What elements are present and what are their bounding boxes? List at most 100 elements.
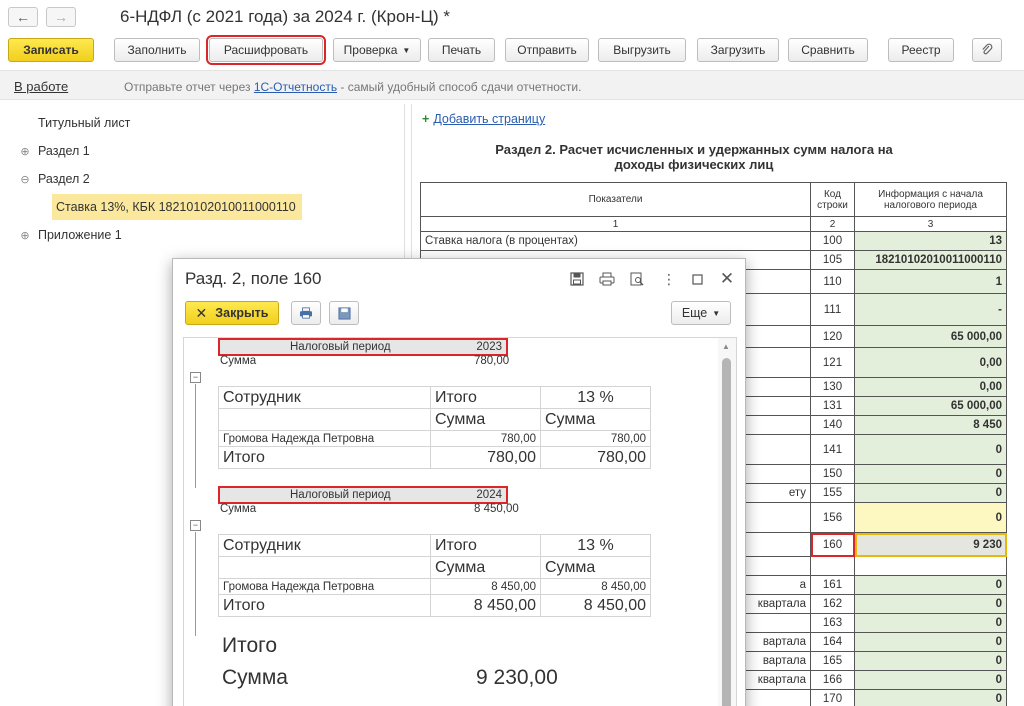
row-value[interactable]: 0 [854,613,1007,633]
decode-button[interactable]: Расшифровать [206,35,326,65]
vertical-scrollbar[interactable]: ▲ [718,338,736,706]
more-button[interactable]: Еще ▼ [671,301,731,325]
status-in-work-link[interactable]: В работе [14,79,68,94]
row-code: 166 [810,670,855,690]
row-code: 100 [810,231,855,251]
printer-icon[interactable] [597,269,617,289]
row-code: 150 [810,464,855,484]
close-button[interactable]: ✕ Закрыть [185,301,279,325]
more-vertical-icon[interactable]: ⋮ [659,269,679,289]
group-bracket [195,384,196,488]
row-code: 140 [810,415,855,435]
main-toolbar: Записать Заполнить Расшифровать Проверка… [0,35,1024,65]
col-rate: 13 % [540,534,651,557]
save-icon[interactable] [567,269,587,289]
add-page-link[interactable]: + Добавить страницу [422,112,545,126]
row-value[interactable]: 0 [854,670,1007,690]
row-value[interactable]: 13 [854,231,1007,251]
tree-item-label: Ставка 13%, КБК 18210102010011000110 [56,200,296,214]
maximize-icon[interactable] [687,269,707,289]
row-value[interactable]: 65 000,00 [854,325,1007,348]
sum-value: 8 450,00 [474,503,519,515]
group-collapse-icon[interactable]: − [190,520,201,531]
row-code: 110 [810,269,855,294]
row-value[interactable]: 65 000,00 [854,396,1007,416]
row-code: 164 [810,632,855,652]
row-value[interactable]: 0 [854,651,1007,671]
close-icon[interactable]: ✕ [717,269,737,289]
print-button[interactable]: Печать [428,38,495,62]
export-button[interactable]: Выгрузить [598,38,686,62]
status-message-before: Отправьте отчет через [124,80,254,94]
row-code: 170 [810,689,855,706]
sum-label: Сумма [220,503,257,515]
tree-item-title-page[interactable]: Титульный лист [8,110,402,136]
col-employee: Сотрудник [218,534,431,557]
record-button[interactable]: Записать [8,38,94,62]
tax-period-box-2024: Налоговый период 2024 [218,486,508,504]
row-value[interactable]: 0,00 [854,347,1007,378]
col-sum: Сумма [430,556,541,579]
reporting-service-link[interactable]: 1С-Отчетность [254,80,337,94]
tree-item-section-1[interactable]: ⊕ Раздел 1 [8,138,402,164]
empty-cell [218,556,431,579]
check-button[interactable]: Проверка ▼ [333,38,421,62]
index-cell: 1 [420,216,811,232]
send-button[interactable]: Отправить [505,38,589,62]
back-arrow-icon[interactable]: ← [8,7,38,27]
row-value[interactable]: 0 [854,575,1007,595]
group-collapse-icon[interactable]: − [190,372,201,383]
registry-button[interactable]: Реестр [888,38,954,62]
preview-icon[interactable] [627,269,647,289]
row-value[interactable]: 0,00 [854,377,1007,397]
tree-item-appendix-1[interactable]: ⊕ Приложение 1 [8,222,402,248]
row-code: 165 [810,651,855,671]
tax-period-year: 2023 [476,341,502,353]
table-total-row: Итого 8 450,00 8 450,00 [218,594,651,617]
expand-plus-icon[interactable]: ⊕ [18,145,32,158]
print-icon[interactable] [291,301,321,325]
tax-period-label: Налоговый период [290,341,391,353]
total-rate: 780,00 [540,446,651,469]
row-code-160[interactable]: 160 [810,532,855,557]
close-button-label: Закрыть [215,306,269,320]
tree-item-section-2[interactable]: ⊖ Раздел 2 [8,166,402,192]
row-value[interactable]: - [854,293,1007,326]
sum-label: Сумма [220,355,257,367]
row-value[interactable]: 0 [854,434,1007,465]
employee-total: 8 450,00 [430,578,541,595]
paperclip-icon[interactable] [972,38,1002,62]
save-disk-icon[interactable] [329,301,359,325]
import-button[interactable]: Загрузить [697,38,779,62]
row-value[interactable]: 0 [854,502,1007,533]
row-value[interactable]: 1 [854,269,1007,294]
compare-button[interactable]: Сравнить [788,38,868,62]
fill-button[interactable]: Заполнить [114,38,200,62]
table-subheader-row: Сумма Сумма [218,556,651,579]
decode-spreadsheet: ▲ Налоговый период 2023 Сумма 780,00 − С… [183,337,737,706]
tax-period-year: 2024 [476,489,502,501]
total-total: 8 450,00 [430,594,541,617]
row-value-160[interactable]: 9 230 [854,532,1007,557]
expand-plus-icon[interactable]: ⊕ [18,229,32,242]
row-value[interactable]: 18210102010011000110 [854,250,1007,270]
tree-item-rate-13-kbk[interactable]: Ставка 13%, КБК 18210102010011000110 [52,194,302,220]
row-value[interactable]: 0 [854,594,1007,614]
grand-sum-value: 9 230,00 [476,666,558,689]
forward-arrow-icon[interactable]: → [46,7,76,27]
row-value[interactable]: 0 [854,689,1007,706]
row-value[interactable]: 8 450 [854,415,1007,435]
row-value[interactable]: 0 [854,483,1007,503]
table-row: Ставка налога (в процентах) 100 13 [420,231,1007,251]
row-code: 156 [810,502,855,533]
total-rate: 8 450,00 [540,594,651,617]
status-message: Отправьте отчет через 1С-Отчетность - са… [124,80,581,94]
total-total: 780,00 [430,446,541,469]
scroll-up-icon[interactable]: ▲ [722,342,730,351]
row-value[interactable]: 0 [854,464,1007,484]
collapse-minus-icon[interactable]: ⊖ [18,173,32,186]
row-label: Ставка налога (в процентах) [420,231,811,251]
row-value[interactable]: 0 [854,632,1007,652]
document-title: 6-НДФЛ (с 2021 года) за 2024 г. (Крон-Ц)… [120,7,451,26]
scroll-thumb[interactable] [722,358,731,706]
